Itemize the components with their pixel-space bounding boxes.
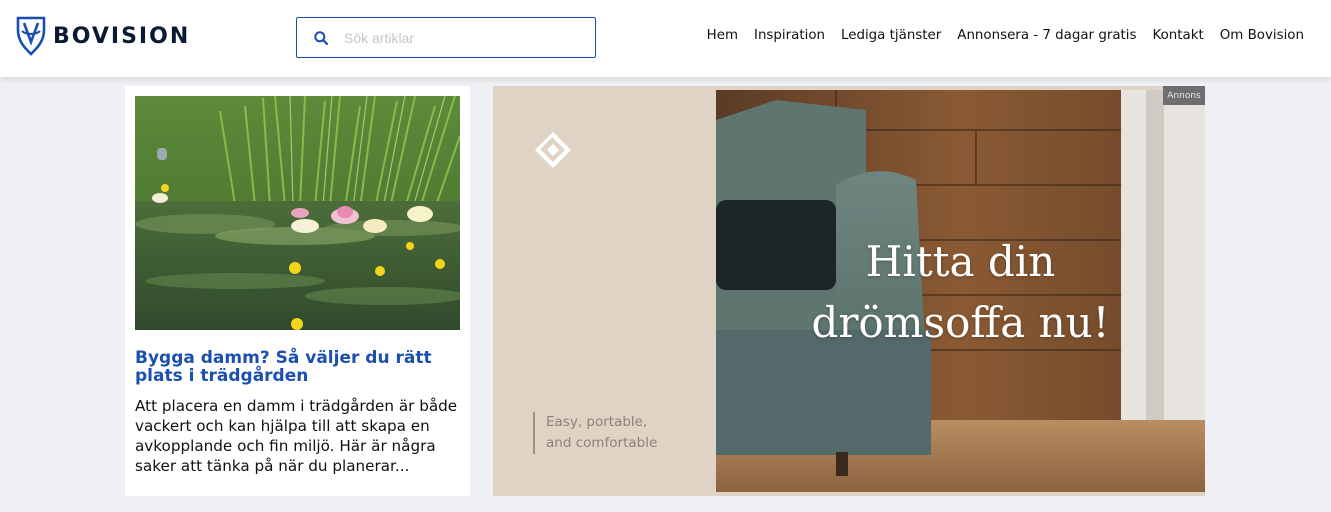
diamond-logo-icon	[533, 130, 573, 175]
ad-tagline: Easy, portable, and comfortable	[533, 412, 657, 454]
search-input[interactable]	[344, 29, 574, 46]
article-card: Bygga damm? Så väljer du rätt plats i tr…	[125, 86, 470, 496]
pond-water-lilies-image[interactable]	[135, 96, 460, 330]
bovision-shield-icon	[16, 16, 46, 56]
ad-tagline-line-2: and comfortable	[546, 435, 658, 451]
ad-headline: Hitta din drömsoffa nu!	[716, 231, 1205, 353]
nav-link-hem[interactable]: Hem	[707, 28, 738, 43]
nav-link-inspiration[interactable]: Inspiration	[754, 28, 825, 43]
ad-banner[interactable]: Easy, portable, and comfortable Hitta di…	[493, 86, 1205, 496]
brand-name: BOVISION	[53, 23, 191, 49]
bovision-logo[interactable]: BOVISION	[16, 15, 190, 57]
nav-link-annonsera[interactable]: Annonsera - 7 dagar gratis	[957, 28, 1136, 43]
nav-link-lediga-tjanster[interactable]: Lediga tjänster	[841, 28, 941, 43]
ad-headline-line-1: Hitta din	[865, 237, 1056, 286]
article-title[interactable]: Bygga damm? Så väljer du rätt plats i tr…	[135, 349, 460, 385]
article-excerpt: Att placera en damm i trädgården är både…	[135, 397, 458, 475]
nav-link-om-bovision[interactable]: Om Bovision	[1220, 28, 1304, 43]
ad-tagline-line-1: Easy, portable,	[546, 414, 648, 430]
ad-headline-line-2: drömsoffa nu!	[811, 298, 1110, 347]
nav-link-kontakt[interactable]: Kontakt	[1152, 28, 1203, 43]
main-nav: Hem Inspiration Lediga tjänster Annonser…	[691, 28, 1304, 43]
ad-badge: Annons	[1163, 86, 1205, 105]
search-box	[296, 17, 596, 58]
site-header: BOVISION Hem Inspiration Lediga tjänster…	[0, 0, 1331, 77]
search-icon[interactable]	[314, 30, 329, 45]
